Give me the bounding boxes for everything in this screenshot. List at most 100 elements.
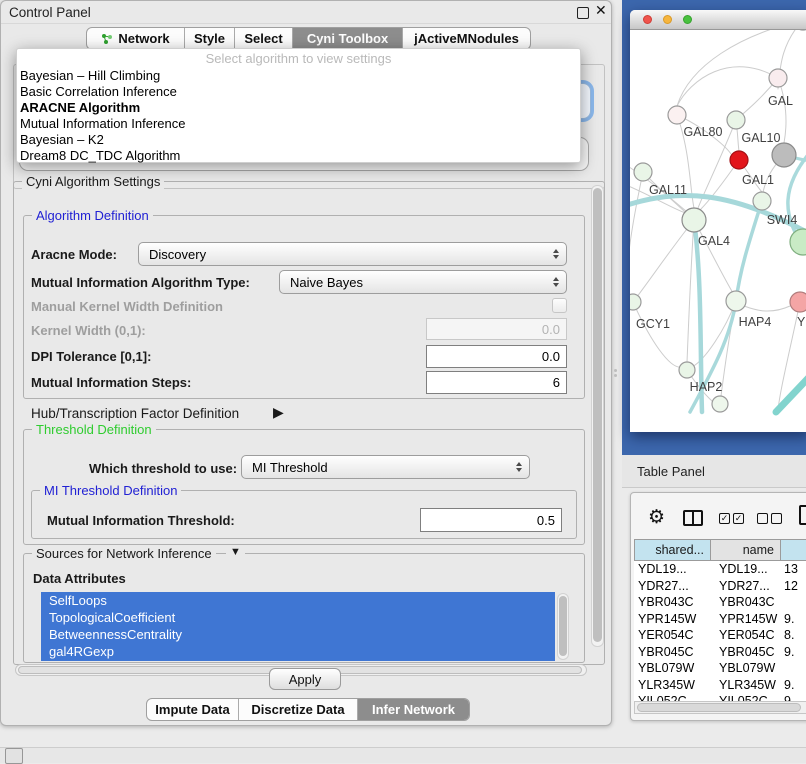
minimize-traffic-light-icon[interactable] — [663, 15, 672, 24]
cell: 9. — [781, 645, 806, 659]
mi-steps-field[interactable]: 6 — [426, 371, 567, 394]
node-label: GAL4 — [698, 234, 730, 248]
node-label: HAP4 — [739, 315, 772, 329]
algorithm-option[interactable]: Mutual Information Inference — [20, 116, 185, 132]
cell: YLR345W — [711, 678, 781, 692]
node-label: GAL80 — [684, 125, 723, 139]
control-panel-tabbar: Network Style Select Cyni Toolbox jActiv… — [86, 27, 531, 50]
hub-expand-arrow-icon[interactable]: ▶ — [273, 404, 284, 421]
manual-kernel-checkbox[interactable] — [552, 298, 567, 313]
cell: 9. — [781, 678, 806, 692]
cell: YBR043C — [634, 595, 711, 609]
table-body[interactable]: YDL19... YDL19... 13 YDR27... YDR27... 1… — [634, 561, 806, 701]
spinner-arrows-icon — [553, 277, 559, 287]
mi-threshold-field[interactable]: 0.5 — [420, 508, 562, 532]
float-window-icon[interactable] — [577, 7, 589, 19]
network-window-titlebar[interactable] — [630, 10, 806, 30]
table-panel-header: Table Panel — [622, 455, 806, 488]
cell: 9. — [781, 612, 806, 626]
table-row[interactable]: YER054C YER054C 8. — [634, 627, 806, 644]
algorithm-option-selected[interactable]: ARACNE Algorithm — [20, 100, 140, 116]
cell: YBL079W — [634, 661, 711, 675]
attributes-scrollbar-thumb[interactable] — [559, 596, 567, 656]
footer-bar — [0, 747, 806, 763]
manual-kernel-label: Manual Kernel Width Definition — [31, 299, 223, 314]
table-row[interactable]: YBR043C YBR043C — [634, 594, 806, 611]
dpi-tolerance-label: DPI Tolerance [0,1]: — [31, 349, 151, 364]
algorithm-option[interactable]: Basic Correlation Inference — [20, 84, 177, 100]
tab-infer-network[interactable]: Infer Network — [358, 699, 469, 720]
kernel-width-field[interactable]: 0.0 — [426, 318, 567, 340]
algorithm-option[interactable]: Bayesian – Hill Climbing — [20, 68, 160, 84]
tab-style[interactable]: Style — [185, 28, 235, 49]
spinner-arrows-icon — [553, 249, 559, 259]
dpi-tolerance-field[interactable]: 0.0 — [426, 345, 567, 368]
tab-jactivemnodules-label: jActiveMNodules — [414, 31, 519, 46]
tab-impute-data[interactable]: Impute Data — [147, 699, 239, 720]
mi-type-combobox[interactable]: Naive Bayes — [279, 270, 567, 294]
algorithm-dropdown-popup: Select algorithm to view settings Bayesi… — [16, 48, 581, 163]
algorithm-option[interactable]: Dream8 DC_TDC Algorithm — [20, 148, 180, 164]
close-traffic-light-icon[interactable] — [643, 15, 652, 24]
gear-icon[interactable]: ⚙ — [648, 506, 665, 529]
mi-type-label: Mutual Information Algorithm Type: — [31, 275, 250, 290]
unchecked-box-icon[interactable] — [771, 513, 782, 524]
tab-cyni-toolbox-label: Cyni Toolbox — [307, 31, 388, 46]
aracne-mode-label: Aracne Mode: — [31, 247, 117, 262]
tab-select[interactable]: Select — [235, 28, 293, 49]
table-row[interactable]: YBL079W YBL079W — [634, 660, 806, 677]
tab-discretize-data[interactable]: Discretize Data — [239, 699, 358, 720]
columns-icon[interactable] — [683, 510, 703, 526]
column-header-3[interactable] — [781, 539, 806, 561]
attributes-scrollbar[interactable] — [557, 593, 569, 660]
table-horizontal-scrollbar[interactable] — [634, 701, 806, 714]
cell: 12 — [781, 579, 806, 593]
table-row[interactable]: YBR045C YBR045C 9. — [634, 644, 806, 661]
table-row[interactable]: YLR345W YLR345W 9. — [634, 677, 806, 694]
tab-cyni-toolbox[interactable]: Cyni Toolbox — [293, 28, 403, 49]
cell: YBR043C — [711, 595, 781, 609]
cyni-settings-title: Cyni Algorithm Settings — [22, 174, 164, 189]
table-row[interactable]: YPR145W YPR145W 9. — [634, 611, 806, 628]
table-row[interactable]: YIL052C YIL052C 9 — [634, 693, 806, 701]
checked-box-icon[interactable]: ✓ — [733, 513, 744, 524]
column-header-shared[interactable]: shared... — [634, 539, 711, 561]
settings-vertical-scrollbar[interactable] — [591, 185, 604, 647]
tab-jactivemnodules[interactable]: jActiveMNodules — [403, 28, 530, 49]
attribute-item-selected[interactable]: gal4RGexp — [41, 643, 555, 660]
table-row[interactable]: YDR27... YDR27... 12 — [634, 578, 806, 595]
attribute-item-selected[interactable]: TopologicalCoefficient — [41, 609, 555, 626]
sources-collapse-arrow-icon[interactable]: ▼ — [226, 546, 245, 558]
aracne-mode-combobox[interactable]: Discovery — [138, 242, 567, 266]
kernel-width-label: Kernel Width (0,1): — [31, 323, 146, 338]
table-row[interactable]: YDL19... YDL19... 13 — [634, 561, 806, 578]
zoom-traffic-light-icon[interactable] — [683, 15, 692, 24]
mi-threshold-group-title: MI Threshold Definition — [40, 483, 181, 498]
tab-impute-data-label: Impute Data — [155, 702, 229, 717]
attribute-item-selected[interactable]: BetweennessCentrality — [41, 626, 555, 643]
data-attributes-list[interactable]: SelfLoops TopologicalCoefficient Between… — [41, 592, 555, 661]
tab-style-label: Style — [194, 31, 225, 46]
node-label: HAP2 — [690, 380, 723, 394]
panel-resize-grip[interactable] — [613, 366, 618, 380]
data-attributes-label: Data Attributes — [33, 571, 126, 586]
column-header-name[interactable]: name — [711, 539, 781, 561]
which-threshold-combobox[interactable]: MI Threshold — [241, 455, 530, 479]
cell: YER054C — [711, 628, 781, 642]
close-icon[interactable]: ✕ — [595, 2, 607, 19]
table-horizontal-scrollbar-thumb[interactable] — [637, 703, 801, 712]
cell: YDR27... — [634, 579, 711, 593]
settings-vertical-scrollbar-thumb[interactable] — [593, 188, 602, 642]
page-icon[interactable] — [799, 505, 806, 525]
unchecked-box-icon[interactable] — [757, 513, 768, 524]
apply-button[interactable]: Apply — [269, 668, 341, 690]
kernel-width-value: 0.0 — [542, 322, 560, 337]
hub-section-label[interactable]: Hub/Transcription Factor Definition — [31, 406, 239, 421]
algorithm-option[interactable]: Bayesian – K2 — [20, 132, 104, 148]
checked-box-icon[interactable]: ✓ — [719, 513, 730, 524]
attribute-item-selected[interactable]: SelfLoops — [41, 592, 555, 609]
tab-network-label: Network — [118, 31, 169, 46]
sources-title: Sources for Network Inference — [32, 546, 216, 561]
tab-network[interactable]: Network — [87, 28, 185, 49]
network-canvas[interactable]: GAL GAL80 GAL10 GAL1 GAL11 SWI4 GAL4 GCY… — [630, 30, 806, 432]
